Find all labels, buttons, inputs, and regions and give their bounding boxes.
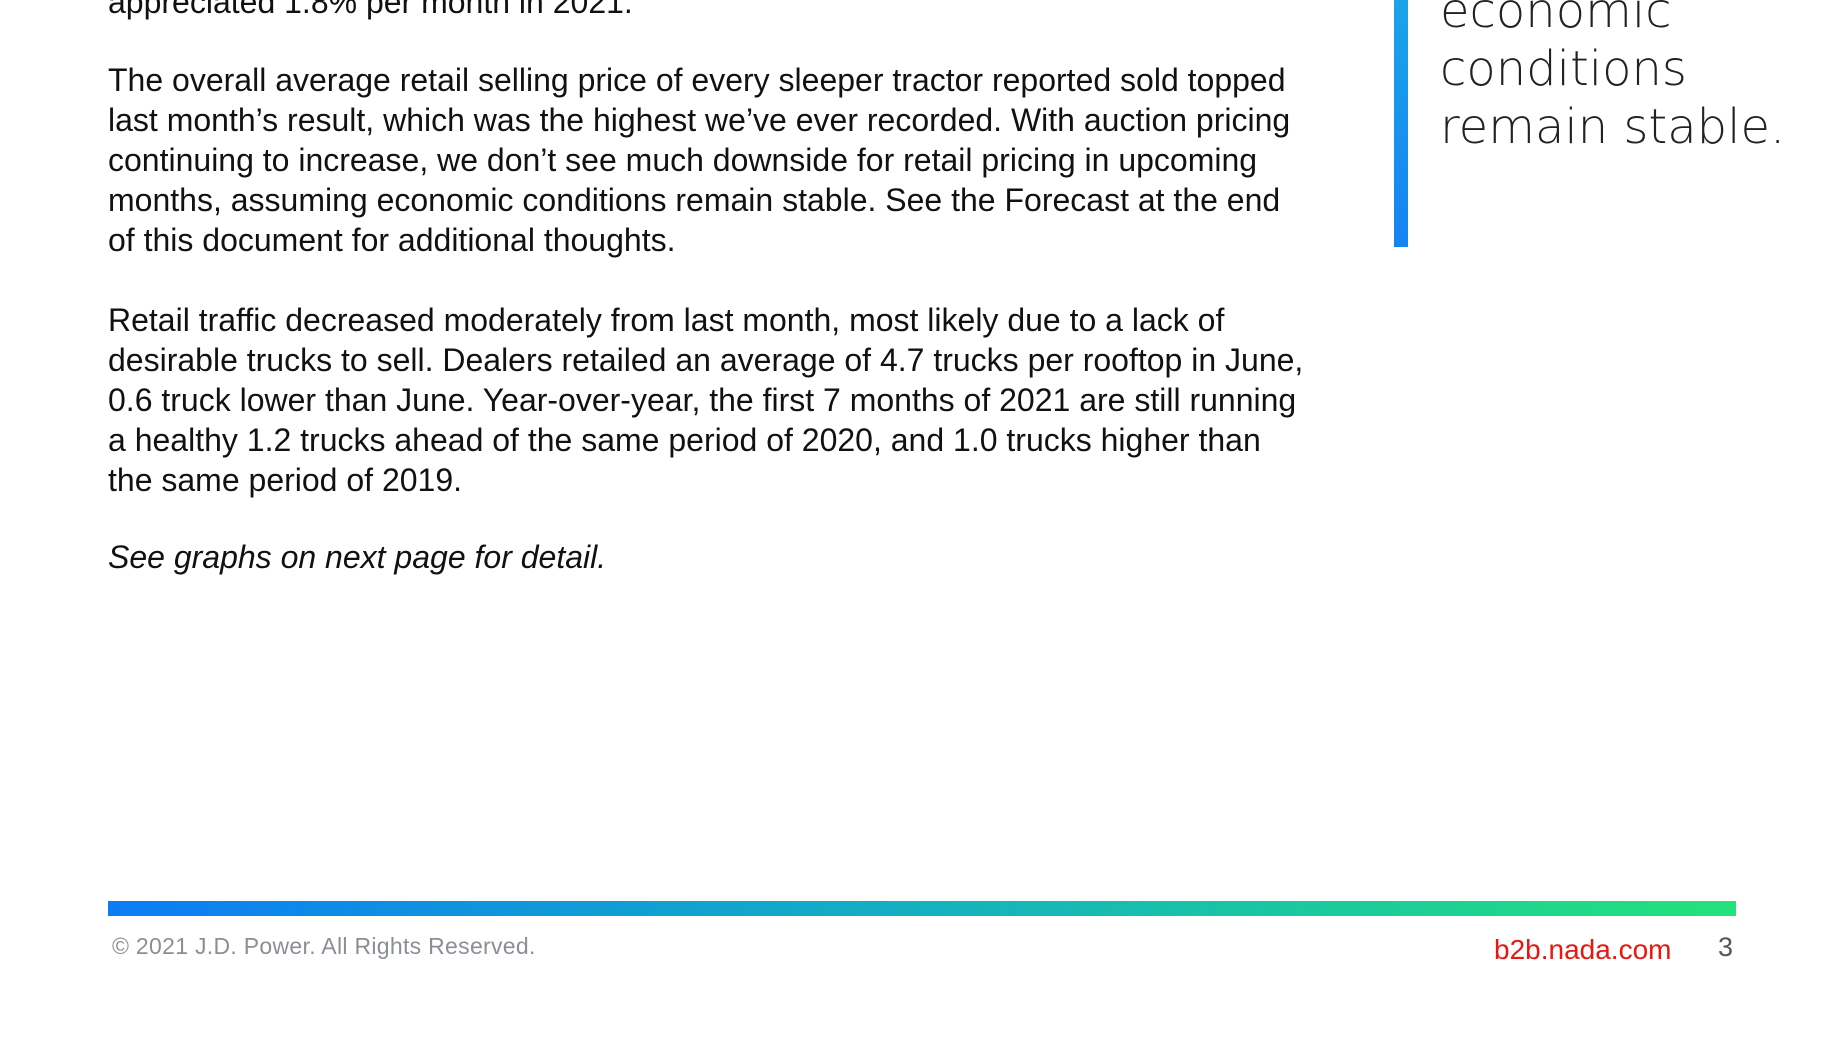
page-number: 3 [1718, 932, 1734, 962]
pull-quote: economic conditions remain stable. [1440, 0, 1820, 156]
pull-quote-line: remain stable. [1440, 99, 1786, 155]
pull-quote-line: conditions [1440, 41, 1687, 97]
pull-quote-line: economic [1440, 0, 1672, 39]
document-page: appreciated 1.8% per month in 2021. The … [0, 0, 1836, 1057]
site-link[interactable]: b2b.nada.com [1494, 934, 1671, 966]
copyright-notice: © 2021 J.D. Power. All Rights Reserved. [112, 933, 536, 959]
body-paragraph-partial: appreciated 1.8% per month in 2021. [108, 0, 633, 20]
footer-gradient-rule [108, 901, 1736, 916]
graphs-note: See graphs on next page for detail. [108, 539, 607, 575]
body-paragraph-retail-traffic: Retail traffic decreased moderately from… [108, 302, 1304, 498]
body-paragraph-retail-price: The overall average retail selling price… [108, 62, 1291, 258]
pull-quote-accent-bar [1394, 0, 1408, 247]
